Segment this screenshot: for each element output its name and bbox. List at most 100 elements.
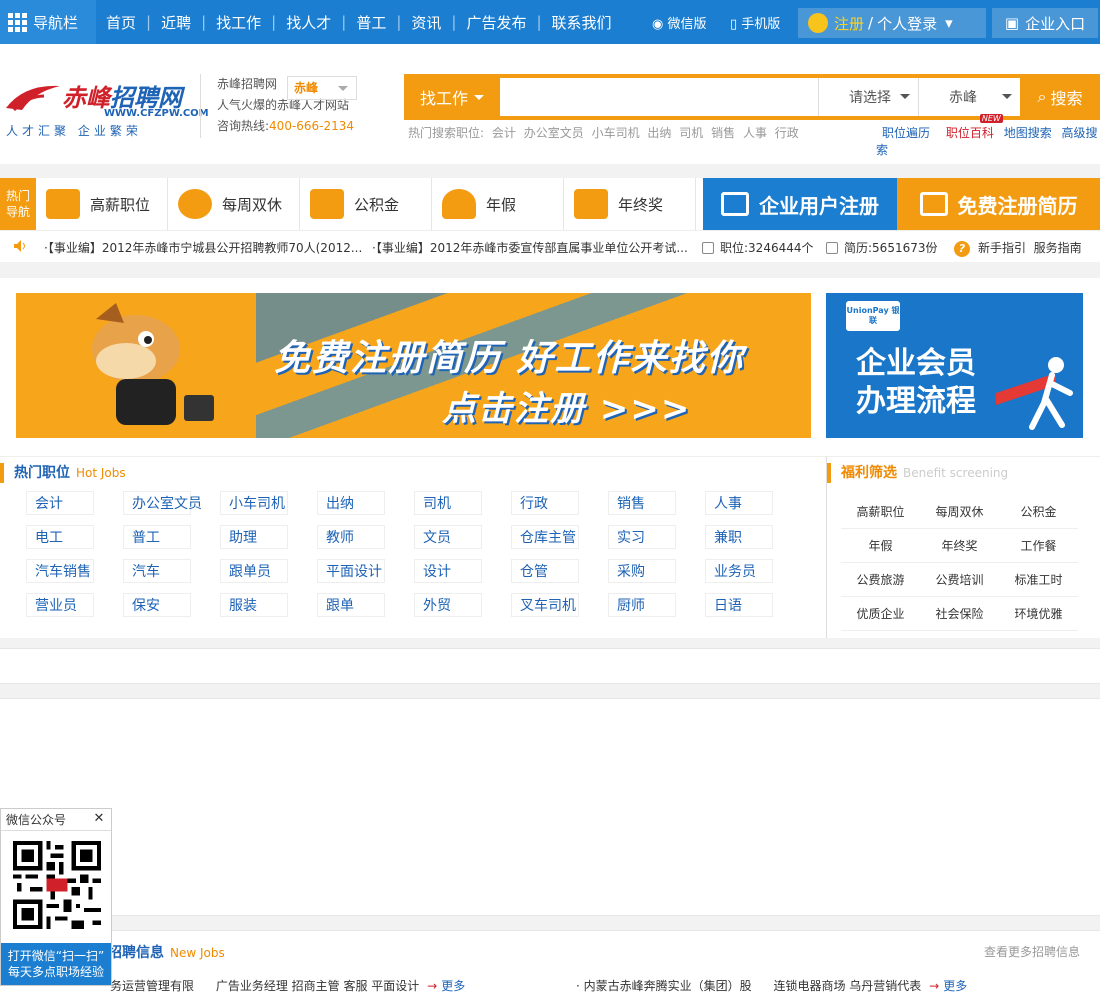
menu-item-find-talent[interactable]: 找人才 — [276, 12, 341, 33]
benefit-filter-tag[interactable]: 工作餐 — [999, 529, 1078, 563]
company-link[interactable]: · 内蒙古赤峰奔腾实业（集团）股 — [576, 979, 752, 993]
hot-job-tag[interactable]: 小车司机 — [220, 491, 288, 515]
hot-job-tag[interactable]: 叉车司机 — [511, 593, 579, 617]
hot-job-tag[interactable]: 办公室文员 — [123, 491, 202, 515]
hot-search-link[interactable]: 销售 — [711, 126, 735, 140]
hot-search-link[interactable]: 小车司机 — [592, 126, 640, 140]
hot-job-tag[interactable]: 保安 — [123, 593, 191, 617]
qq-icon[interactable]: ▾ — [945, 14, 953, 32]
hot-job-tag[interactable]: 助理 — [220, 525, 288, 549]
hot-job-tag[interactable]: 仓管 — [511, 559, 579, 583]
view-more-jobs-link[interactable]: 查看更多招聘信息 — [984, 943, 1080, 960]
hot-job-tag[interactable]: 采购 — [608, 559, 676, 583]
menu-item-find-job[interactable]: 找工作 — [206, 12, 271, 33]
hot-job-tag[interactable]: 出纳 — [317, 491, 385, 515]
personal-login-link[interactable]: 个人登录 — [877, 13, 937, 34]
hot-job-tag[interactable]: 司机 — [414, 491, 482, 515]
service-guide-link[interactable]: 服务指南 — [1034, 241, 1082, 255]
menu-item-recent[interactable]: 近聘 — [151, 12, 201, 33]
hot-job-tag[interactable]: 仓库主管 — [511, 525, 579, 549]
register-link[interactable]: 注册 — [834, 13, 864, 34]
benefit-filter-tag[interactable]: 年终奖 — [920, 529, 999, 563]
hot-job-tag[interactable]: 跟单 — [317, 593, 385, 617]
benefit-filter-tag[interactable]: 社会保险 — [920, 597, 999, 631]
news-item[interactable]: ·【事业编】2012年赤峰市宁城县公开招聘教师70人(2012... — [44, 239, 370, 256]
hot-search-link[interactable]: 行政 — [775, 126, 799, 140]
menu-item-contact[interactable]: 联系我们 — [542, 12, 622, 33]
benefit-filter-tag[interactable]: 年假 — [841, 529, 920, 563]
benefit-filter-tag[interactable]: 环境优雅 — [999, 597, 1078, 631]
hot-job-tag[interactable]: 厨师 — [608, 593, 676, 617]
enterprise-register-button[interactable]: 企业用户注册 — [703, 178, 897, 230]
category-select[interactable]: 请选择 — [818, 78, 918, 116]
company-link[interactable]: 务运营管理有限 — [110, 979, 194, 993]
hot-search-link[interactable]: 办公室文员 — [524, 126, 584, 140]
map-search-link[interactable]: 地图搜索 — [1004, 126, 1052, 140]
wechat-version-link[interactable]: ◉ 微信版 — [652, 13, 707, 32]
close-icon[interactable]: ✕ — [91, 811, 107, 827]
search-type-dropdown[interactable]: 找工作 — [404, 74, 500, 120]
hot-job-tag[interactable]: 普工 — [123, 525, 191, 549]
hot-job-tag[interactable]: 教师 — [317, 525, 385, 549]
hot-search-link[interactable]: 会计 — [492, 126, 516, 140]
register-resume-banner[interactable]: 免费注册简历 好工作来找你 点击注册 >>> — [16, 293, 811, 438]
free-resume-button[interactable]: 免费注册简历 — [897, 178, 1100, 230]
region-select[interactable]: 赤峰 — [918, 78, 1020, 116]
benefit-filter-tag[interactable]: 高薪职位 — [841, 495, 920, 529]
hot-search-link[interactable]: 司机 — [679, 126, 703, 140]
hot-job-tag[interactable]: 日语 — [705, 593, 773, 617]
site-logo[interactable]: 赤峰招聘网 WWW.CFZPW.COM 人才汇聚 企业繁荣 — [4, 74, 209, 144]
welfare-year-end-bonus[interactable]: 年终奖 — [564, 178, 696, 230]
search-input[interactable] — [500, 78, 818, 116]
menu-item-home[interactable]: 首页 — [96, 12, 146, 33]
main-menu: 首页 | 近聘 | 找工作 | 找人才 | 普工 | 资讯 | 广告发布 | 联系我们 — [96, 0, 622, 44]
benefit-filter-tag[interactable]: 每周双休 — [920, 495, 999, 529]
hot-search-link[interactable]: 人事 — [743, 126, 767, 140]
welfare-annual-leave[interactable]: 年假 — [432, 178, 564, 230]
hot-job-tag[interactable]: 销售 — [608, 491, 676, 515]
search-button[interactable]: ⌕ 搜索 — [1020, 74, 1100, 120]
hot-job-tag[interactable]: 营业员 — [26, 593, 94, 617]
hot-job-tag[interactable]: 会计 — [26, 491, 94, 515]
benefit-filter-tag[interactable]: 优质企业 — [841, 597, 920, 631]
hot-job-tag[interactable]: 兼职 — [705, 525, 773, 549]
beginner-guide-link[interactable]: 新手指引 — [978, 241, 1026, 255]
news-item[interactable]: ·【事业编】2012年赤峰市委宣传部直属事业单位公开考试... — [372, 239, 694, 256]
welfare-high-salary[interactable]: 高薪职位 — [36, 178, 168, 230]
enterprise-member-banner[interactable]: UnionPay 银联 企业会员 办理流程 — [826, 293, 1083, 438]
job-links[interactable]: 连锁电器商场 乌丹营销代表 — [773, 979, 921, 993]
hot-job-tag[interactable]: 人事 — [705, 491, 773, 515]
enterprise-entry-button[interactable]: ▣ 企业入口 — [992, 8, 1098, 38]
hot-search-link[interactable]: 出纳 — [647, 126, 671, 140]
menu-item-news[interactable]: 资讯 — [401, 12, 451, 33]
hot-job-tag[interactable]: 外贸 — [414, 593, 482, 617]
hot-job-tag[interactable]: 平面设计 — [317, 559, 385, 583]
mobile-version-link[interactable]: ▯ 手机版 — [730, 13, 780, 32]
more-link[interactable]: 更多 — [943, 979, 967, 993]
hot-job-tag[interactable]: 实习 — [608, 525, 676, 549]
more-link[interactable]: 更多 — [441, 979, 465, 993]
menu-item-general-worker[interactable]: 普工 — [346, 12, 396, 33]
hot-job-tag[interactable]: 跟单员 — [220, 559, 288, 583]
nav-menu-button[interactable]: 导航栏 — [0, 0, 96, 44]
hot-job-tag[interactable]: 设计 — [414, 559, 482, 583]
benefit-filter-tag[interactable]: 公积金 — [999, 495, 1078, 529]
benefit-filter-tag[interactable]: 公费培训 — [920, 563, 999, 597]
menu-item-ads[interactable]: 广告发布 — [456, 12, 536, 33]
job-browse-link[interactable]: 职位遍历 — [882, 126, 930, 140]
hot-job-tag[interactable]: 电工 — [26, 525, 94, 549]
hot-job-tag[interactable]: 业务员 — [705, 559, 773, 583]
city-selector[interactable]: 赤峰 — [287, 76, 357, 100]
benefit-filter-tag[interactable]: 标准工时 — [999, 563, 1078, 597]
benefit-filter-tag[interactable]: 公费旅游 — [841, 563, 920, 597]
job-wiki-link[interactable]: 职位百科 NEW — [940, 114, 1003, 140]
hot-job-tag[interactable]: 行政 — [511, 491, 579, 515]
job-links[interactable]: 广告业务经理 招商主管 客服 平面设计 — [216, 979, 419, 993]
benefit-filter-panel: 福利筛选 Benefit screening 高薪职位 每周双休 公积金 年假 年终奖 工作… — [826, 456, 1100, 638]
hot-job-tag[interactable]: 汽车销售 — [26, 559, 94, 583]
hot-job-tag[interactable]: 文员 — [414, 525, 482, 549]
welfare-weekends[interactable]: 每周双休 — [168, 178, 300, 230]
hot-job-tag[interactable]: 服装 — [220, 593, 288, 617]
hot-job-tag[interactable]: 汽车 — [123, 559, 191, 583]
welfare-housing-fund[interactable]: 公积金 — [300, 178, 432, 230]
